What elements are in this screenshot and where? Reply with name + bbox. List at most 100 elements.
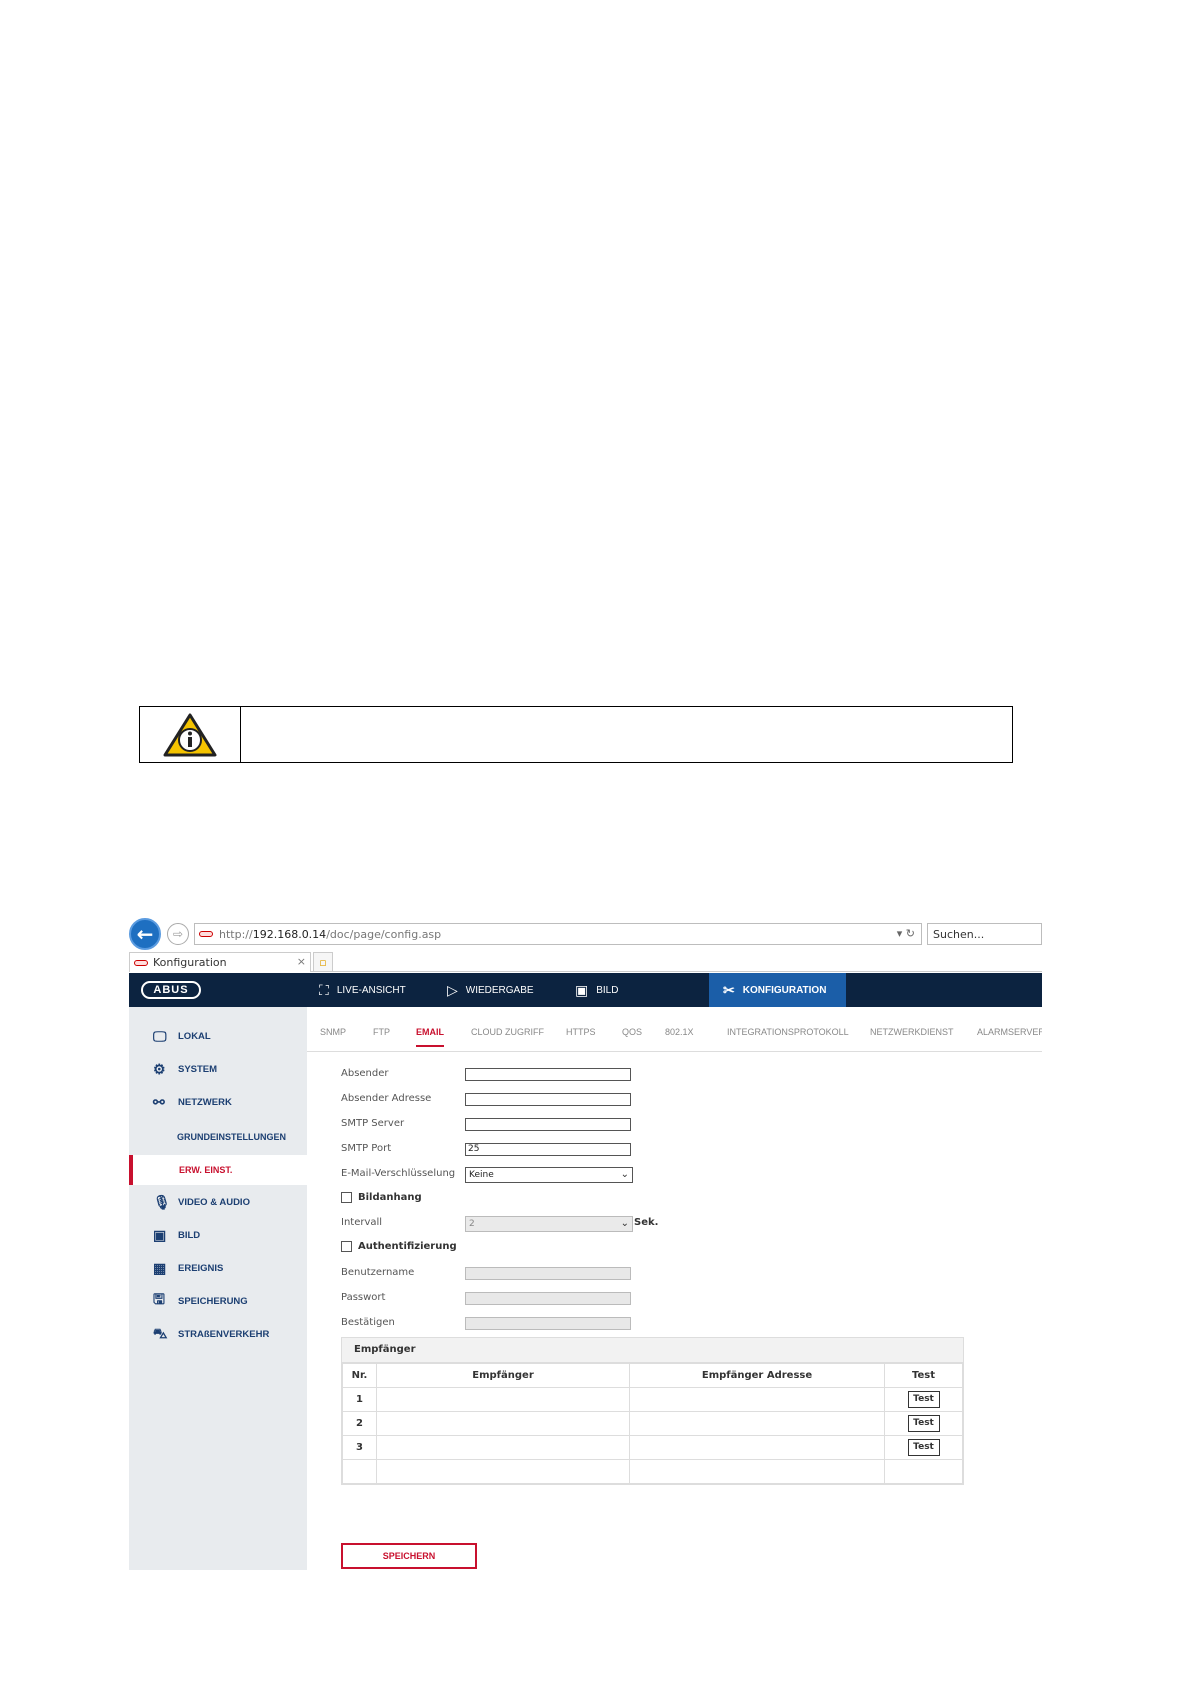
refresh-icon[interactable]: ▾ ↻ xyxy=(897,927,915,940)
absender-input[interactable] xyxy=(465,1068,631,1081)
empty-cell xyxy=(629,1459,885,1484)
verschluesselung-label: E-Mail-Verschlüsselung xyxy=(341,1168,456,1179)
sidebar-item-label: LOKAL xyxy=(178,1030,211,1042)
sidebar-item-netzwerk[interactable]: ⚯ NETZWERK xyxy=(129,1087,307,1117)
recipient-name-cell[interactable] xyxy=(376,1387,630,1412)
info-icon-cell xyxy=(140,707,241,762)
benutzername-label: Benutzername xyxy=(341,1267,415,1278)
car-search-icon: ⛍ xyxy=(153,1324,168,1341)
sidebar-item-label: EREIGNIS xyxy=(178,1262,224,1274)
image-icon: ▣ xyxy=(575,981,589,998)
arrow-right-icon: ⇨ xyxy=(172,927,184,941)
recipient-name-cell[interactable] xyxy=(376,1435,630,1460)
recipient-address-cell[interactable] xyxy=(629,1435,885,1460)
sidebar-item-strassenverkehr[interactable]: ⛍ STRAßENVERKEHR xyxy=(129,1319,307,1349)
live-view-icon: ⛶ xyxy=(319,981,329,998)
chevron-down-icon: ⌄ xyxy=(620,1218,629,1229)
intervall-value: 2 xyxy=(469,1219,475,1229)
smtp-port-input[interactable]: 25 xyxy=(465,1143,631,1156)
smtp-server-input[interactable] xyxy=(465,1118,631,1131)
recipient-name-cell[interactable] xyxy=(376,1411,630,1436)
column-header: Test xyxy=(884,1363,963,1388)
tab-snmp[interactable]: SNMP xyxy=(320,1027,346,1037)
close-icon[interactable]: × xyxy=(297,955,306,968)
nav-configuration[interactable]: ✂ KONFIGURATION xyxy=(709,973,846,1007)
auth-checkbox[interactable] xyxy=(341,1241,352,1252)
bildanhang-label: Bildanhang xyxy=(358,1192,422,1203)
sidebar-item-lokal[interactable]: 🖵 LOKAL xyxy=(129,1021,307,1051)
table-header-row: Nr. Empfänger Empfänger Adresse Test xyxy=(342,1363,963,1388)
tab-https[interactable]: HTTPS xyxy=(566,1027,596,1037)
sidebar-item-ereignis[interactable]: ▦ EREIGNIS xyxy=(129,1253,307,1283)
sidebar: 🖵 LOKAL ⚙ SYSTEM ⚯ NETZWERK GRUNDEINSTEL… xyxy=(129,1007,307,1570)
sidebar-item-label: SPEICHERUNG xyxy=(178,1295,248,1307)
nav-label: LIVE-ANSICHT xyxy=(336,984,406,996)
network-icon: ⚯ xyxy=(153,1093,165,1110)
nav-playback[interactable]: ▷ WIEDERGABE xyxy=(447,973,534,1007)
column-header: Empfänger xyxy=(376,1363,630,1388)
absender-adresse-input[interactable] xyxy=(465,1093,631,1106)
tab-netzwerkdienst[interactable]: NETZWERKDIENST xyxy=(870,1027,954,1037)
table-row: 3 Test xyxy=(342,1435,963,1460)
verschluesselung-select[interactable]: Keine ⌄ xyxy=(465,1167,633,1183)
sidebar-item-video-audio[interactable]: 🎙 VIDEO & AUDIO xyxy=(129,1187,307,1217)
tab-qos[interactable]: QOS xyxy=(622,1027,642,1037)
sidebar-item-label: ERW. EINST. xyxy=(179,1165,233,1175)
gear-icon: ⚙ xyxy=(153,1060,166,1077)
test-cell: Test xyxy=(884,1387,963,1412)
url-prefix: http:// xyxy=(219,927,253,941)
tab-alarmserver[interactable]: ALARMSERVER xyxy=(977,1027,1042,1037)
column-header: Nr. xyxy=(342,1363,377,1388)
tab-email[interactable]: EMAIL xyxy=(416,1027,444,1047)
empty-cell xyxy=(376,1459,630,1484)
empty-cell xyxy=(342,1459,377,1484)
recipients-table: Empfänger Nr. Empfänger Empfänger Adress… xyxy=(341,1337,964,1485)
sidebar-item-grundeinstellungen[interactable]: GRUNDEINSTELLUNGEN xyxy=(129,1122,307,1152)
sidebar-item-system[interactable]: ⚙ SYSTEM xyxy=(129,1054,307,1084)
tab-8021x[interactable]: 802.1X xyxy=(665,1027,694,1037)
row-number: 1 xyxy=(342,1387,377,1412)
tab-ftp[interactable]: FTP xyxy=(373,1027,390,1037)
sidebar-item-label: BILD xyxy=(178,1229,201,1241)
recipients-title: Empfänger xyxy=(342,1338,963,1363)
nav-live-view[interactable]: ⛶ LIVE-ANSICHT xyxy=(319,973,406,1007)
auth-row: Authentifizierung xyxy=(341,1241,457,1252)
bestaetigen-input[interactable] xyxy=(465,1317,631,1330)
calendar-icon: ▦ xyxy=(153,1259,167,1276)
url-bar[interactable]: http://192.168.0.14/doc/page/config.asp … xyxy=(194,923,922,945)
sidebar-item-bild[interactable]: ▣ BILD xyxy=(129,1220,307,1250)
test-cell: Test xyxy=(884,1435,963,1460)
smtp-port-label: SMTP Port xyxy=(341,1143,392,1154)
app-header: ABUS ⛶ LIVE-ANSICHT ▷ WIEDERGABE ▣ BILD … xyxy=(129,973,1042,1007)
forward-button[interactable]: ⇨ xyxy=(167,923,189,945)
absender-adresse-label: Absender Adresse xyxy=(341,1093,432,1104)
recipient-address-cell[interactable] xyxy=(629,1411,885,1436)
save-button[interactable]: SPEICHERN xyxy=(341,1543,477,1569)
recipient-address-cell[interactable] xyxy=(629,1387,885,1412)
new-tab-button[interactable]: ▫ xyxy=(313,952,333,972)
settings-tabs: SNMP FTP EMAIL CLOUD ZUGRIFF HTTPS QOS 8… xyxy=(307,1007,1042,1052)
nav-image[interactable]: ▣ BILD xyxy=(575,973,618,1007)
sidebar-item-label: VIDEO & AUDIO xyxy=(178,1196,250,1208)
passwort-input[interactable] xyxy=(465,1292,631,1305)
tab-cloud-zugriff[interactable]: CLOUD ZUGRIFF xyxy=(471,1027,544,1037)
sidebar-item-erw-einst[interactable]: ERW. EINST. xyxy=(129,1155,307,1185)
test-button[interactable]: Test xyxy=(907,1391,940,1408)
bildanhang-checkbox[interactable] xyxy=(341,1192,352,1203)
monitor-icon: 🖵 xyxy=(153,1027,167,1044)
url-path: /doc/page/config.asp xyxy=(326,927,442,941)
test-button[interactable]: Test xyxy=(907,1415,940,1432)
intervall-select[interactable]: 2 ⌄ xyxy=(465,1216,633,1232)
browser-window: ← ⇨ http://192.168.0.14/doc/page/config.… xyxy=(129,916,1042,1570)
intervall-label: Intervall xyxy=(341,1217,383,1228)
tab-integrationsprotokoll[interactable]: INTEGRATIONSPROTOKOLL xyxy=(727,1027,849,1037)
search-input[interactable]: Suchen... xyxy=(927,923,1042,945)
benutzername-input[interactable] xyxy=(465,1267,631,1280)
test-button[interactable]: Test xyxy=(907,1439,940,1456)
sidebar-item-label: GRUNDEINSTELLUNGEN xyxy=(177,1132,287,1142)
sidebar-item-label: NETZWERK xyxy=(178,1096,232,1108)
content-area: SNMP FTP EMAIL CLOUD ZUGRIFF HTTPS QOS 8… xyxy=(307,1007,1042,1570)
sidebar-item-speicherung[interactable]: 🖫 SPEICHERUNG xyxy=(129,1286,307,1316)
back-button[interactable]: ← xyxy=(129,918,161,950)
browser-tab[interactable]: Konfiguration × xyxy=(129,952,311,972)
